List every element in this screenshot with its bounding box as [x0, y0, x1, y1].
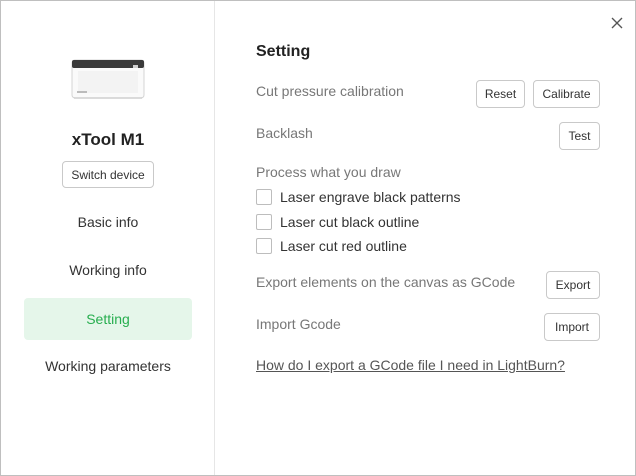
option-cut-red[interactable]: Laser cut red outline [256, 237, 407, 255]
sidebar-item-working-info[interactable]: Working info [24, 249, 192, 291]
sidebar-item-setting[interactable]: Setting [24, 298, 192, 340]
cut-black-label: Laser cut black outline [280, 214, 420, 230]
device-image [71, 59, 145, 99]
process-label: Process what you draw [256, 164, 401, 180]
device-name: xTool M1 [71, 130, 145, 149]
settings-panel: Setting Cut pressure calibration Reset C… [216, 1, 636, 475]
cut-red-label: Laser cut red outline [280, 238, 407, 254]
import-button[interactable]: Import [544, 313, 600, 341]
lightburn-help-link[interactable]: How do I export a GCode file I need in L… [256, 357, 565, 373]
engrave-black-checkbox[interactable] [256, 189, 272, 205]
cut-black-checkbox[interactable] [256, 214, 272, 230]
import-label: Import Gcode [256, 316, 341, 332]
calibrate-button[interactable]: Calibrate [533, 80, 600, 108]
test-button[interactable]: Test [559, 122, 600, 150]
reset-button[interactable]: Reset [476, 80, 525, 108]
export-button[interactable]: Export [546, 271, 600, 299]
backlash-label: Backlash [256, 125, 313, 141]
page-title: Setting [256, 43, 311, 60]
settings-dialog: xTool M1 Switch device Basic info Workin… [0, 0, 636, 476]
cut-pressure-label: Cut pressure calibration [256, 83, 404, 99]
sidebar-item-working-parameters[interactable]: Working parameters [24, 345, 192, 387]
sidebar: xTool M1 Switch device Basic info Workin… [1, 1, 215, 475]
option-engrave-black[interactable]: Laser engrave black patterns [256, 188, 461, 206]
export-label: Export elements on the canvas as GCode [256, 274, 516, 290]
option-cut-black[interactable]: Laser cut black outline [256, 213, 419, 231]
cut-red-checkbox[interactable] [256, 238, 272, 254]
switch-device-button[interactable]: Switch device [62, 161, 154, 188]
sidebar-item-basic-info[interactable]: Basic info [24, 201, 192, 243]
engrave-black-label: Laser engrave black patterns [280, 189, 461, 205]
